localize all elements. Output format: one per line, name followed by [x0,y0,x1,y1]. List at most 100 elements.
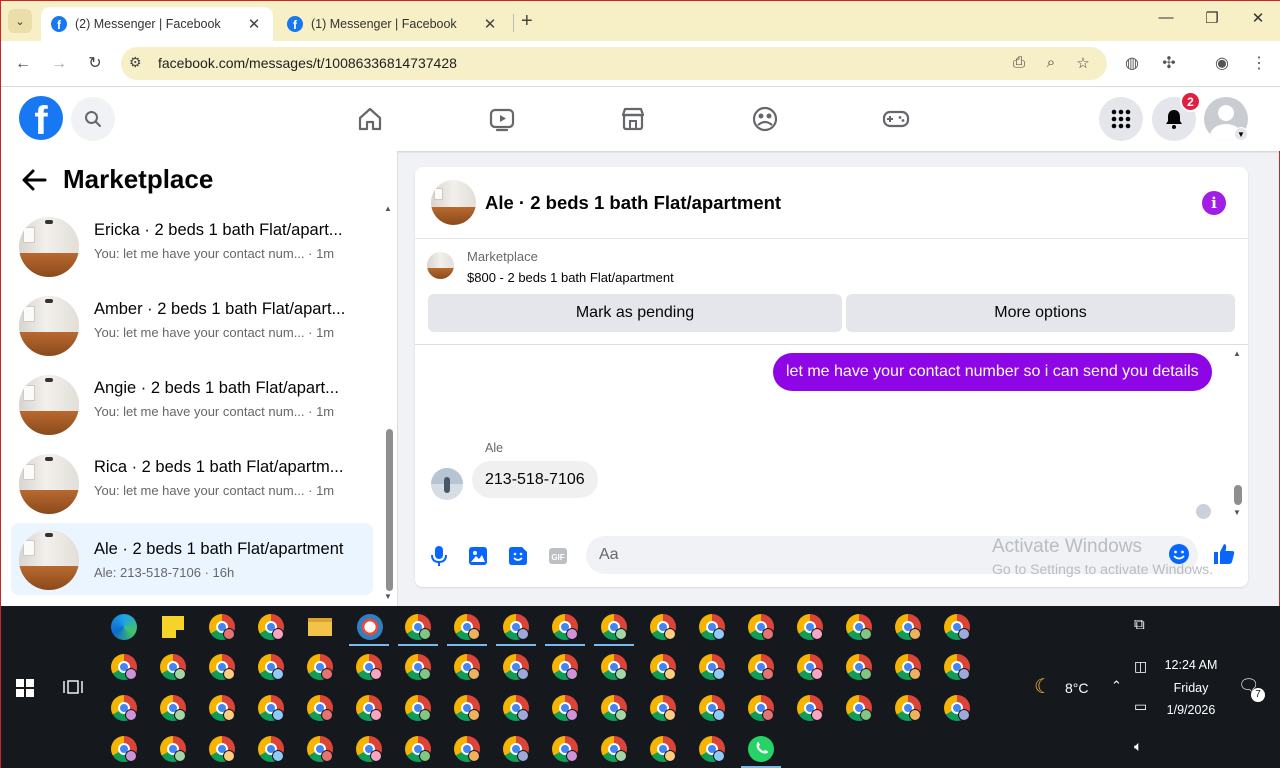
chat-listing-avatar[interactable] [431,180,476,225]
chrome-profile-icon[interactable] [699,736,725,762]
zoom-icon[interactable]: ⌕ [1041,54,1061,71]
chrome-profile-icon[interactable] [209,654,235,680]
chrome-profile-icon[interactable] [895,654,921,680]
chrome-profile-icon[interactable] [209,736,235,762]
minimize-icon[interactable]: — [1151,9,1181,26]
browser-tab-messenger-2[interactable]: f (1) Messenger | Facebook ✕ [277,7,509,41]
chrome-profile-icon[interactable] [307,695,333,721]
chrome-profile-icon[interactable] [356,654,382,680]
conversation-item-angie[interactable]: Angie · 2 beds 1 bath Flat/apart... You:… [11,369,373,441]
chrome-profile-icon[interactable] [160,695,186,721]
chrome-profile-icon[interactable] [209,614,235,640]
chrome-profile-icon[interactable] [699,695,725,721]
tab-search-chevron-icon[interactable]: ⌄ [8,9,32,33]
chrome-profile-icon[interactable] [797,614,823,640]
chrome-profile-icon[interactable] [503,614,529,640]
chrome-profile-icon[interactable] [699,614,725,640]
install-app-icon[interactable]: ⎙ [1009,54,1029,71]
screen-record-icon[interactable]: ⧉ [1134,616,1145,633]
chrome-profile-icon[interactable] [111,736,137,762]
file-explorer-folder-icon[interactable] [308,618,332,636]
chrome-profile-icon[interactable] [454,695,480,721]
clock-date[interactable]: 1/9/2026 [1161,703,1221,717]
conversation-item-amber[interactable]: Amber · 2 beds 1 bath Flat/apart... You:… [11,290,373,362]
sticky-notes-icon[interactable] [162,616,184,638]
restore-icon[interactable]: ❐ [1197,9,1227,27]
chrome-profile-icon[interactable] [111,695,137,721]
conversation-item-rica[interactable]: Rica · 2 beds 1 bath Flat/apartm... You:… [11,448,373,520]
chrome-profile-icon[interactable] [160,736,186,762]
task-view-icon[interactable] [63,678,83,696]
incoming-message-bubble[interactable]: 213-518-7106 [472,461,598,498]
chrome-profile-icon[interactable] [846,695,872,721]
attach-photo-button[interactable] [467,545,489,567]
chrome-profile-icon[interactable] [258,614,284,640]
chrome-profile-icon[interactable] [258,654,284,680]
sender-avatar[interactable] [431,468,463,500]
conversation-item-ericka[interactable]: Ericka · 2 beds 1 bath Flat/apart... You… [11,211,373,283]
chrome-profile-icon[interactable] [552,695,578,721]
profile-icon[interactable]: ◉ [1211,53,1233,73]
chrome-profile-icon[interactable] [405,695,431,721]
chat-scrollbar[interactable] [1234,485,1242,505]
clock-day[interactable]: Friday [1161,681,1221,695]
chrome-profile-icon[interactable] [503,654,529,680]
chrome-profile-icon[interactable] [356,695,382,721]
sidebar-scrollbar[interactable] [386,429,393,591]
mark-as-pending-button[interactable]: Mark as pending [428,294,842,332]
chrome-profile-icon[interactable] [209,695,235,721]
chrome-profile-icon[interactable] [552,654,578,680]
chrome-profile-icon[interactable] [405,614,431,640]
chrome-profile-icon[interactable] [944,654,970,680]
chrome-profile-icon[interactable] [846,614,872,640]
chrome-profile-icon[interactable] [748,614,774,640]
menu-button[interactable] [1099,97,1143,141]
outgoing-message-bubble[interactable]: let me have your contact number so i can… [773,353,1212,391]
chat-title[interactable]: Ale · 2 beds 1 bath Flat/apartment [485,192,781,214]
browser-menu-icon[interactable]: ⋮ [1248,53,1270,73]
voice-clip-button[interactable] [428,545,450,567]
listing-thumbnail[interactable] [427,252,454,279]
forward-icon[interactable]: → [47,52,71,76]
more-options-button[interactable]: More options [846,294,1235,332]
bookmark-star-icon[interactable]: ☆ [1073,54,1093,72]
clock-time[interactable]: 12:24 AM [1161,658,1221,672]
chrome-profile-icon[interactable] [797,654,823,680]
url-text[interactable]: facebook.com/messages/t/1008633681473742… [158,55,457,71]
chrome-profile-icon[interactable] [552,736,578,762]
chrome-profile-icon[interactable] [258,736,284,762]
marketplace-nav-button[interactable] [615,103,651,135]
extensions-puzzle-icon[interactable]: ✣ [1158,53,1180,73]
chrome-profile-icon[interactable] [650,695,676,721]
chrome-profile-icon[interactable] [650,654,676,680]
tab-close-icon[interactable]: ✕ [481,15,499,33]
window-close-icon[interactable]: ✕ [1243,9,1273,27]
chrome-profile-icon[interactable] [454,614,480,640]
chrome-profile-icon[interactable] [601,736,627,762]
weather-temperature[interactable]: 8°C [1065,680,1089,696]
search-button[interactable] [71,97,115,141]
chrome-profile-icon[interactable] [454,736,480,762]
reload-icon[interactable]: ↻ [83,52,107,76]
camera-icon[interactable]: ◫ [1134,658,1147,675]
weather-moon-icon[interactable]: ☾ [1034,674,1052,699]
account-chevron-down-icon[interactable]: ▼ [1234,127,1248,141]
tab-close-icon[interactable]: ✕ [245,15,263,33]
chat-scroll-up-icon[interactable]: ▲ [1233,349,1241,358]
chrome-profile-icon[interactable] [699,654,725,680]
message-composer[interactable] [586,536,1198,574]
sticker-button[interactable] [507,545,529,567]
chrome-profile-icon[interactable] [160,654,186,680]
back-icon[interactable]: ← [11,52,35,76]
sidebar-scroll-down-icon[interactable]: ▼ [384,592,392,601]
chrome-profile-icon[interactable] [846,654,872,680]
show-hidden-icons-chevron-up-icon[interactable]: ⌃ [1111,678,1122,694]
whatsapp-icon[interactable] [748,736,774,762]
gaming-nav-button[interactable] [878,103,914,135]
edge-browser-icon[interactable] [111,614,137,640]
home-nav-button[interactable] [352,103,388,135]
chrome-profile-icon[interactable] [895,614,921,640]
chrome-profile-icon[interactable] [601,614,627,640]
chat-scroll-down-icon[interactable]: ▼ [1233,508,1241,517]
browser-tab-messenger-1[interactable]: f (2) Messenger | Facebook ✕ [41,7,273,41]
